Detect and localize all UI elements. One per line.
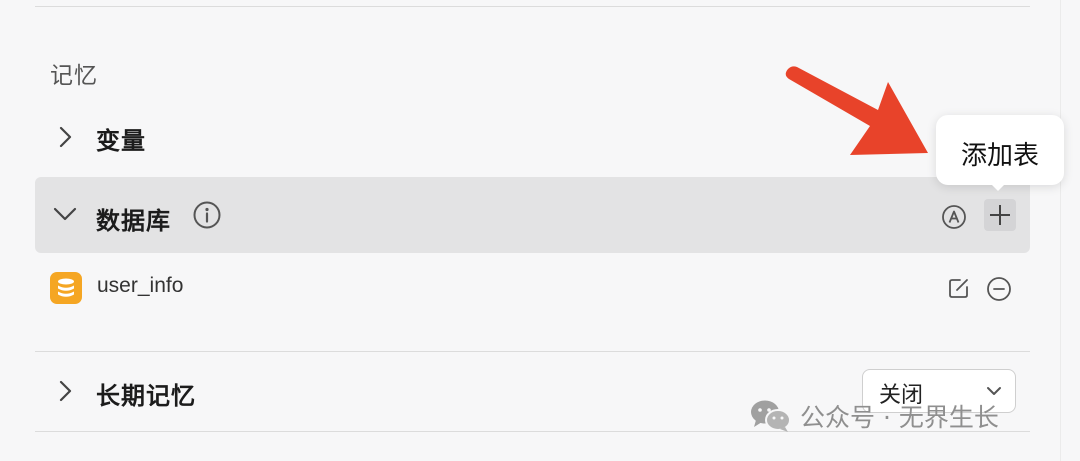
variables-label: 变量 xyxy=(96,127,146,155)
table-row-user-info[interactable] xyxy=(35,262,1030,314)
info-icon[interactable] xyxy=(192,200,222,230)
add-table-tooltip: 添加表 xyxy=(936,115,1064,185)
table-name: user_info xyxy=(97,274,184,297)
annotation-arrow-icon xyxy=(785,66,928,155)
add-table-button[interactable] xyxy=(984,199,1016,231)
tooltip-text: 添加表 xyxy=(960,141,1039,171)
database-icon xyxy=(50,272,82,304)
watermark-text: 公众号 · 无界生长 xyxy=(800,403,999,432)
minus-circle-icon[interactable] xyxy=(986,276,1012,302)
plus-icon xyxy=(990,205,1010,225)
tooltip-tail xyxy=(990,183,1006,191)
chevron-down-icon xyxy=(53,207,77,221)
chevron-right-icon xyxy=(59,380,72,402)
database-label: 数据库 xyxy=(96,207,171,235)
long-term-memory-label: 长期记忆 xyxy=(96,382,196,410)
chevron-right-icon xyxy=(59,126,72,148)
section-title-memory: 记忆 xyxy=(50,63,98,89)
watermark: 公众号 · 无界生长 xyxy=(750,396,999,436)
edit-icon[interactable] xyxy=(947,276,971,300)
top-divider xyxy=(35,6,1030,7)
auto-circle-icon[interactable] xyxy=(941,204,967,230)
database-row[interactable]: 数据库 xyxy=(35,177,1030,253)
wechat-icon xyxy=(751,400,791,432)
middle-divider xyxy=(35,351,1030,352)
